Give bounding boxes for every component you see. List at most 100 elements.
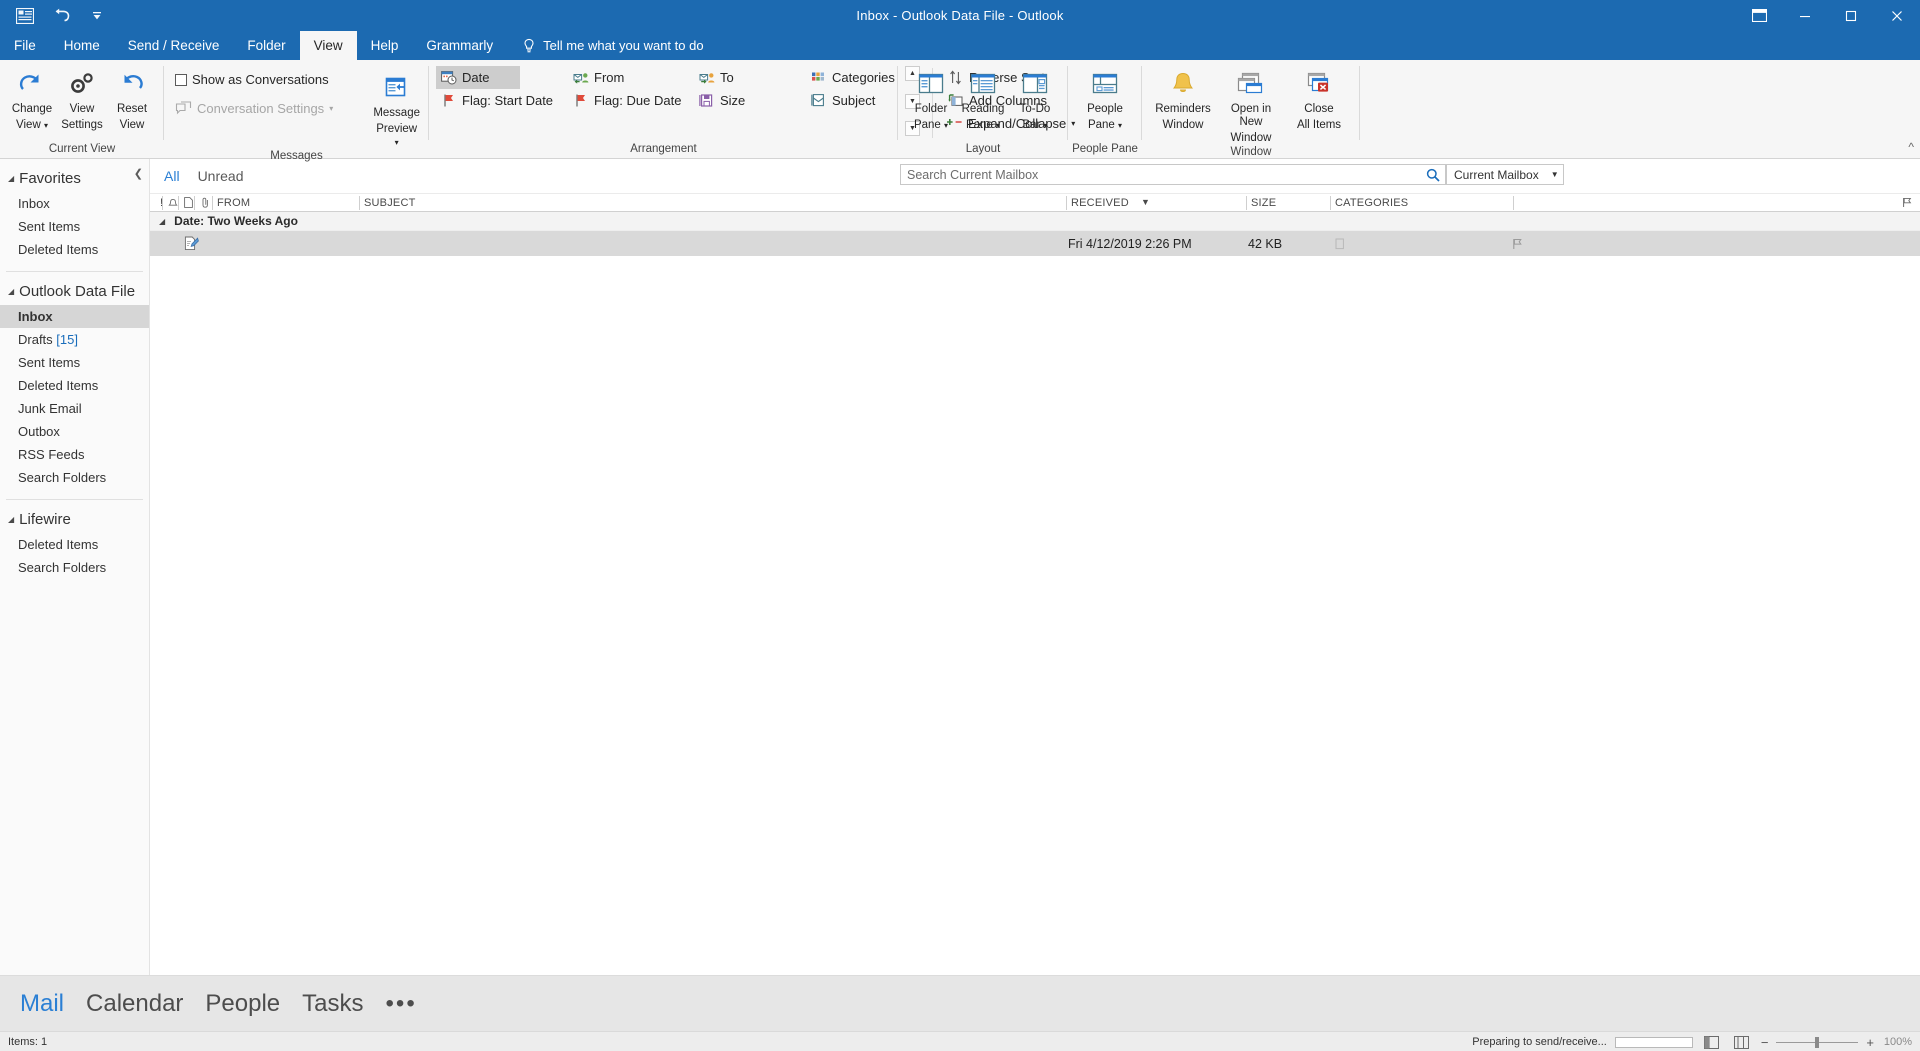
- nav-item-mail[interactable]: Mail: [20, 990, 64, 1018]
- zoom-out-button[interactable]: −: [1761, 1035, 1769, 1050]
- tab-help[interactable]: Help: [357, 31, 413, 60]
- change-view-button[interactable]: Change View ▾: [7, 64, 57, 132]
- search-icon[interactable]: [1420, 164, 1445, 185]
- normal-view-icon[interactable]: [1701, 1034, 1723, 1050]
- column-header-size[interactable]: SIZE: [1246, 195, 1330, 210]
- arrangement-flag-start-date[interactable]: Flag: Start Date: [436, 89, 572, 112]
- close-icon[interactable]: [1874, 0, 1920, 31]
- sidebar-item-inbox[interactable]: Inbox: [0, 305, 149, 328]
- table-row[interactable]: Fri 4/12/2019 2:26 PM 42 KB: [150, 231, 1920, 256]
- sidebar-item-deleted-items[interactable]: Deleted Items: [0, 374, 149, 397]
- customize-quick-access-toolbar-icon[interactable]: [86, 5, 108, 27]
- column-header-reminder[interactable]: [162, 195, 178, 210]
- column-header-attachment[interactable]: [194, 195, 212, 210]
- message-group-header[interactable]: ◢ Date: Two Weeks Ago: [150, 212, 1920, 231]
- folder-section-lifewire-label: Lifewire: [19, 511, 71, 528]
- zoom-in-button[interactable]: +: [1866, 1035, 1874, 1050]
- zoom-slider-thumb[interactable]: [1815, 1036, 1820, 1048]
- arrangement-size[interactable]: Size: [694, 89, 778, 112]
- arrangement-subject[interactable]: Subject: [806, 89, 902, 112]
- arrangement-to[interactable]: To: [694, 66, 778, 89]
- collapse-folder-pane-icon[interactable]: ❮: [134, 167, 143, 180]
- reminders-window-button[interactable]: Reminders Window: [1149, 64, 1217, 132]
- maximize-icon[interactable]: [1828, 0, 1874, 31]
- column-header-categories[interactable]: CATEGORIES: [1330, 195, 1513, 210]
- column-header-flag[interactable]: [1513, 195, 1920, 210]
- column-header-item-icon[interactable]: [178, 195, 194, 210]
- sidebar-item-lifewire-deleted-items[interactable]: Deleted Items: [0, 533, 149, 556]
- chevron-down-icon: ▾: [329, 103, 334, 113]
- arrangement-categories[interactable]: Categories: [806, 66, 902, 89]
- filter-all[interactable]: All: [164, 168, 180, 184]
- arrangement-flag-due-date[interactable]: Flag: Due Date: [568, 89, 698, 112]
- search-scope-dropdown[interactable]: Current Mailbox ▼: [1446, 164, 1564, 185]
- close-all-items-button[interactable]: Close All Items: [1285, 64, 1353, 132]
- message-flag-icon[interactable]: [1512, 231, 1523, 256]
- main-area: ❮ ◢ Favorites Inbox Sent Items Deleted I…: [0, 159, 1920, 975]
- tab-folder[interactable]: Folder: [233, 31, 299, 60]
- folder-pane-button[interactable]: Folder Pane ▾: [905, 64, 957, 132]
- quick-access-app-icon[interactable]: [14, 5, 36, 27]
- column-header-received[interactable]: RECEIVED ▼: [1066, 195, 1246, 210]
- folder-section-favorites-label: Favorites: [19, 170, 81, 187]
- nav-item-tasks[interactable]: Tasks: [302, 990, 363, 1018]
- sidebar-item-rss-feeds[interactable]: RSS Feeds: [0, 443, 149, 466]
- search-box[interactable]: [900, 164, 1446, 185]
- ribbon-spacer: [1360, 60, 1920, 158]
- zoom-slider[interactable]: [1776, 1036, 1859, 1048]
- search-input[interactable]: [907, 167, 1421, 182]
- collapse-ribbon-icon[interactable]: ^: [1908, 140, 1914, 154]
- folder-section-lifewire[interactable]: ◢ Lifewire: [0, 506, 149, 533]
- reading-view-icon[interactable]: [1731, 1034, 1753, 1050]
- nav-item-people[interactable]: People: [205, 990, 280, 1018]
- to-do-bar-button[interactable]: To-Do Bar ▾: [1009, 64, 1061, 132]
- sidebar-item-favorites-inbox[interactable]: Inbox: [0, 192, 149, 215]
- view-settings-button[interactable]: View Settings: [57, 64, 107, 132]
- folder-section-outlook-data-file[interactable]: ◢ Outlook Data File: [0, 278, 149, 305]
- filter-unread[interactable]: Unread: [198, 168, 244, 184]
- sidebar-item-outbox[interactable]: Outbox: [0, 420, 149, 443]
- sidebar-item-lifewire-search-folders[interactable]: Search Folders: [0, 556, 149, 579]
- close-all-items-icon: [1303, 68, 1335, 100]
- message-list-empty-area: [150, 256, 1920, 975]
- folder-section-favorites[interactable]: ◢ Favorites: [0, 165, 149, 192]
- nav-overflow-icon[interactable]: •••: [386, 990, 417, 1018]
- undo-icon[interactable]: [50, 5, 72, 27]
- tell-me-search[interactable]: Tell me what you want to do: [507, 31, 704, 60]
- message-preview-label-1: Message: [373, 107, 420, 119]
- minimize-icon[interactable]: [1782, 0, 1828, 31]
- sidebar-item-junk-email[interactable]: Junk Email: [0, 397, 149, 420]
- sidebar-item-drafts[interactable]: Drafts [15]: [0, 328, 149, 351]
- tab-grammarly[interactable]: Grammarly: [412, 31, 507, 60]
- tab-file[interactable]: File: [0, 31, 50, 60]
- folder-pane: ❮ ◢ Favorites Inbox Sent Items Deleted I…: [0, 159, 150, 975]
- people-pane-button[interactable]: People Pane ▾: [1075, 64, 1135, 132]
- arrangement-from[interactable]: From: [568, 66, 652, 89]
- tab-send-receive[interactable]: Send / Receive: [114, 31, 234, 60]
- sidebar-item-sent-items[interactable]: Sent Items: [0, 351, 149, 374]
- folder-pane-label-1: Folder: [914, 103, 948, 115]
- arrangement-to-label: To: [720, 70, 734, 85]
- ribbon-group-label-current-view: Current View: [48, 143, 116, 155]
- tab-view[interactable]: View: [299, 31, 357, 60]
- sidebar-item-favorites-sent-items[interactable]: Sent Items: [0, 215, 149, 238]
- open-in-new-window-button[interactable]: Open in New Window: [1217, 64, 1285, 146]
- reset-view-label-1: Reset: [116, 103, 148, 115]
- sidebar-item-favorites-deleted-items[interactable]: Deleted Items: [0, 238, 149, 261]
- column-header-from[interactable]: FROM: [212, 195, 359, 210]
- message-size: 42 KB: [1248, 236, 1283, 251]
- column-header-subject[interactable]: SUBJECT: [359, 195, 1066, 210]
- view-settings-icon: [67, 68, 97, 100]
- conversation-settings-button[interactable]: Conversation Settings ▾: [171, 97, 347, 120]
- tab-home[interactable]: Home: [50, 31, 114, 60]
- arrangement-date[interactable]: Date: [436, 66, 520, 89]
- show-as-conversations-checkbox[interactable]: Show as Conversations: [171, 68, 347, 91]
- message-preview-button[interactable]: Message Preview ▾: [371, 68, 422, 150]
- reading-pane-button[interactable]: Reading Pane ▾: [957, 64, 1009, 132]
- reset-view-button[interactable]: Reset View: [107, 64, 157, 132]
- ribbon-display-options-icon[interactable]: [1736, 0, 1782, 31]
- column-header-importance[interactable]: !: [150, 196, 163, 210]
- nav-item-calendar[interactable]: Calendar: [86, 990, 183, 1018]
- message-categories[interactable]: [1335, 231, 1346, 256]
- sidebar-item-search-folders[interactable]: Search Folders: [0, 466, 149, 489]
